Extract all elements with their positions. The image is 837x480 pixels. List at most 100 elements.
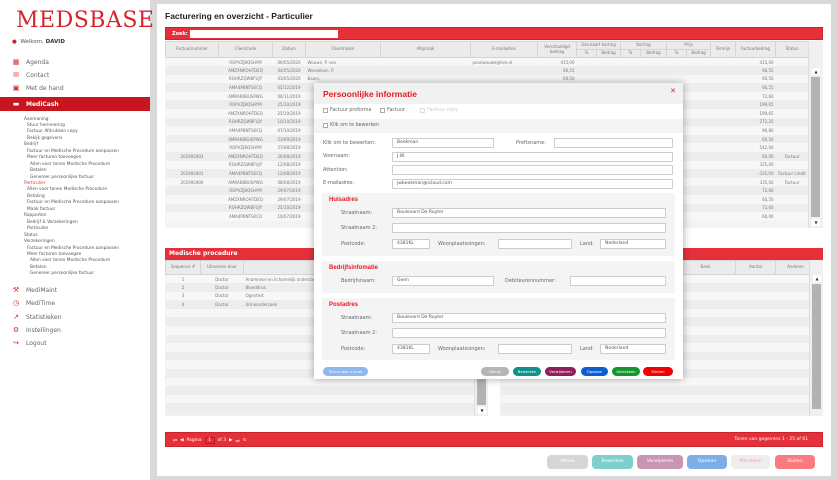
submenu-item[interactable]: Genereer persoonlijke factuur (30, 271, 94, 276)
submenu-item[interactable]: Maak factuur (27, 207, 55, 212)
col-header[interactable]: Factuurnummer (165, 41, 219, 58)
scroll-up-icon[interactable]: ▲ (813, 275, 821, 282)
company-name-field[interactable]: Geen (392, 276, 494, 286)
payment-scrollbar[interactable]: ▲ (809, 260, 823, 416)
page-input[interactable]: 1 (204, 437, 215, 444)
submenu-item[interactable]: Betaling (27, 194, 45, 199)
firstname-field[interactable]: J.W. (392, 152, 673, 162)
col-header[interactable]: E-mailadres (470, 41, 538, 58)
submenu-item[interactable]: Bekijk gegevens (27, 136, 62, 141)
col-header[interactable]: Ges.kaart korting (575, 41, 622, 50)
col-header[interactable]: Clientcode (218, 41, 273, 58)
col-subheader[interactable]: % (666, 49, 688, 58)
table-row[interactable] (500, 403, 823, 412)
col-subheader[interactable]: Bedrag (595, 49, 622, 58)
col-header[interactable]: Datum (272, 41, 306, 58)
scroll-up-icon[interactable]: ▲ (812, 68, 820, 75)
street-field[interactable]: Boulevard De Ruyter (392, 208, 666, 218)
submenu-item[interactable]: Stuur herinnering (27, 123, 65, 128)
submenu-item[interactable]: Aanmaning (24, 117, 48, 122)
submenu-item[interactable]: Bedrijf (24, 142, 38, 147)
submenu-item[interactable]: Factuur en Medische Procedure aanpassen (27, 200, 119, 205)
dialog-afdrukken-button[interactable]: Afdrukken (612, 367, 640, 376)
checkbox-edit[interactable]: Klik om te bewerken (323, 123, 379, 128)
city-field[interactable] (498, 344, 572, 354)
submenu-item[interactable]: Status (24, 233, 38, 238)
submenu-item[interactable]: Particulier (27, 226, 49, 231)
submenu-item[interactable]: Meer facturen toevoegen (27, 155, 81, 160)
col-header[interactable]: Bank (675, 260, 736, 275)
send-email-button[interactable]: Stuur naar e-mail (323, 367, 368, 376)
nav-item-met-de-hand[interactable]: ▣ Met de hand (12, 85, 64, 93)
dialog-opslaan-button[interactable]: Opslaan (581, 367, 608, 376)
postcode-field[interactable]: 4381KL (392, 344, 430, 354)
submenu-item[interactable]: Verzekeringen (24, 239, 55, 244)
prev-page-icon[interactable]: ◀ (180, 438, 183, 443)
dialog-verwijderen-button[interactable]: Verwijderen (545, 367, 576, 376)
submenu-item[interactable]: Betalen (30, 168, 46, 173)
close-icon[interactable]: ✕ (670, 87, 676, 95)
scroll-down-icon[interactable]: ▼ (478, 407, 486, 414)
table-row[interactable]: ROPVZJBQSHYM 06/05/2020 Wouwe, P. van pvanw… (165, 57, 809, 67)
nav-item-medicash[interactable]: ▬ MediCash (0, 97, 150, 111)
col-header[interactable]: Verschuldigd bedrag (537, 41, 577, 58)
lastname-field[interactable]: Beekman (392, 138, 494, 148)
street-field[interactable]: Boulevard De Ruyter (392, 313, 666, 323)
col-header[interactable]: Afspraak (380, 41, 471, 58)
col-subheader[interactable]: Bedrag (640, 49, 668, 58)
scroll-thumb[interactable] (811, 77, 820, 217)
attention-field[interactable] (392, 165, 673, 175)
submenu-item[interactable]: Particulier (24, 181, 46, 186)
submenu-item[interactable]: Factuur Afdrukken copy (27, 129, 78, 134)
city-field[interactable] (498, 239, 572, 249)
country-field[interactable]: Nederland (600, 239, 666, 249)
col-header[interactable]: Korting (620, 41, 668, 50)
submenu-item[interactable]: Allen voor tonen Medische Procedure (27, 187, 107, 192)
col-header[interactable]: Termijn (710, 41, 737, 58)
submenu-item[interactable]: Allen voor tonen Medische Procedure (30, 162, 110, 167)
last-page-icon[interactable]: ⏭ (236, 438, 240, 444)
col-header[interactable]: Clientnaam (305, 41, 381, 58)
checkbox-proforma[interactable]: Factuur proforma (323, 108, 371, 113)
verwijderen-button[interactable]: Verwijderen (637, 455, 683, 469)
col-header[interactable]: Uitvoeren door (200, 260, 244, 275)
submenu-item[interactable]: Factuur en Medische Procedure aanpassen (27, 149, 119, 154)
col-subheader[interactable]: % (576, 49, 597, 58)
col-header[interactable]: Prijs (666, 41, 712, 50)
nav-item-agenda[interactable]: ▦ Agenda (12, 59, 49, 67)
dialog-bewerken-button[interactable]: Bewerken (513, 367, 541, 376)
submenu-item[interactable]: Factuur en Medische Procedure aanpassen (27, 246, 119, 251)
submenu-item[interactable]: Betalen (30, 265, 46, 270)
col-subheader[interactable]: % (620, 49, 642, 58)
submenu-item[interactable]: Allen voor tonen Medische Procedure (30, 258, 110, 263)
submenu-item[interactable]: Genereer persoonlijke factuur (30, 175, 94, 180)
search-input[interactable] (190, 30, 338, 38)
nav-item-instellingen[interactable]: ⚙ Instellingen (12, 326, 61, 334)
dialog-sluiten-button[interactable]: Sluiten (643, 367, 673, 376)
prefix-field[interactable] (554, 138, 673, 148)
col-header[interactable]: Sequence # (165, 260, 201, 275)
street2-field[interactable] (392, 223, 666, 233)
table-row[interactable] (500, 386, 823, 395)
col-header[interactable]: Factuurbedrag (735, 41, 777, 58)
checkbox-factuur[interactable]: Factuur (380, 108, 405, 113)
first-page-icon[interactable]: ⏮ (173, 438, 177, 444)
table-row[interactable] (165, 403, 488, 412)
email-field[interactable]: jwbeekman@icloud.com (392, 179, 673, 189)
submenu-item[interactable]: Meer facturen toevoegen (27, 252, 81, 257)
opslaan-button[interactable]: Opslaan (687, 455, 727, 469)
bewerken-button[interactable]: Bewerken (592, 455, 633, 469)
table-row[interactable]: ROHRZQWBFUJY 03/05/2020 Baars, 60,50 60,50 (165, 74, 809, 84)
scroll-thumb[interactable] (812, 284, 821, 409)
next-page-icon[interactable]: ▶ (229, 438, 232, 443)
afdrukken-button[interactable]: Afdrukken (731, 455, 770, 469)
col-subheader[interactable]: Bedrag (686, 49, 712, 58)
table-scrollbar[interactable]: ▲ ▼ (808, 41, 822, 228)
table-row[interactable] (500, 394, 823, 404)
postcode-field[interactable]: 4381KL (392, 239, 430, 249)
nav-item-meditime[interactable]: ◷ MediTime (12, 300, 55, 308)
country-field[interactable]: Nederland (600, 344, 666, 354)
submenu-item[interactable]: Bedrijf & Verzekeringen (27, 220, 78, 225)
nav-item-medimaint[interactable]: ⚒ MediMaint (12, 287, 57, 295)
table-row[interactable]: AMZXNROHTDEQ 04/05/2020 Wesselson, P. 66,55… (165, 66, 809, 75)
